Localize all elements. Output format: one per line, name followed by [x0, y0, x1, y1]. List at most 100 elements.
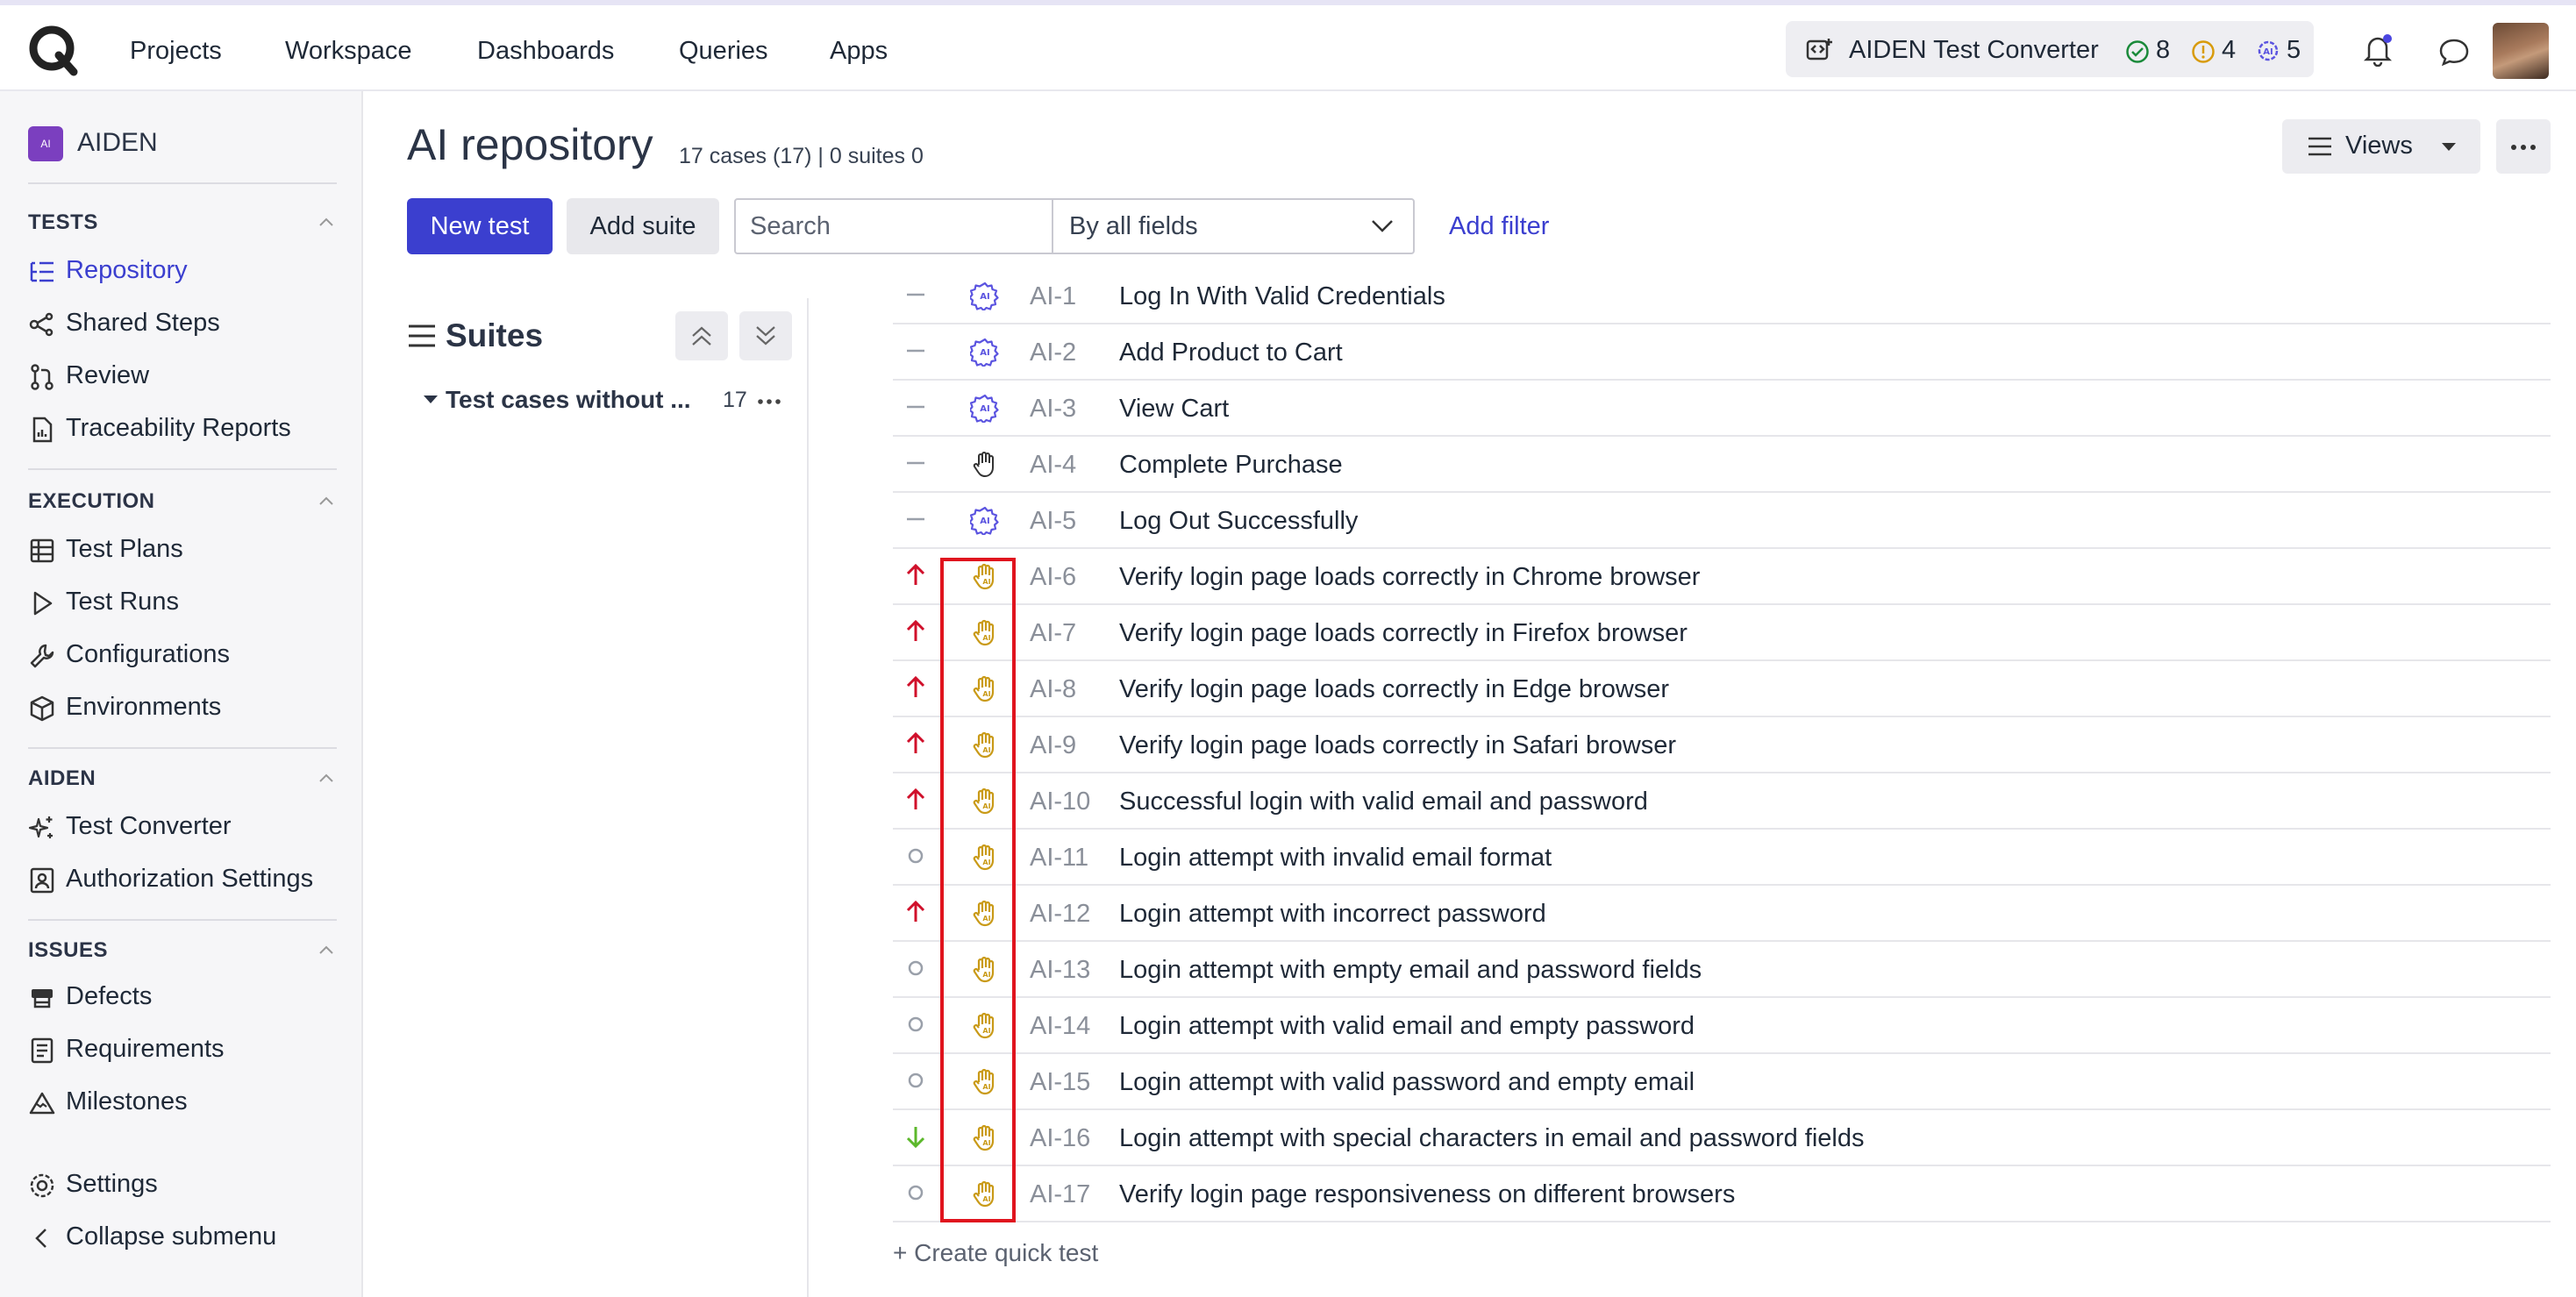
case-title[interactable]: Verify login page responsiveness on diff…	[1119, 1180, 1735, 1209]
converter-label: AIDEN Test Converter	[1849, 36, 2099, 64]
table-row[interactable]: AI AI-13 Login attempt with empty email an…	[893, 942, 2551, 998]
case-title[interactable]: Login attempt with special characters in…	[1119, 1124, 1864, 1153]
case-id: AI-13	[1030, 956, 1091, 984]
page-title: AI repository	[407, 120, 653, 169]
case-id: AI-11	[1030, 844, 1089, 872]
case-title[interactable]: Login attempt with valid password and em…	[1119, 1068, 1695, 1097]
project-badge: AI	[28, 126, 63, 161]
nav-queries[interactable]: Queries	[679, 37, 768, 66]
case-id: AI-2	[1030, 339, 1077, 367]
case-title[interactable]: Add Product to Cart	[1119, 339, 1343, 367]
project-name[interactable]: AIDEN	[77, 128, 158, 158]
case-title[interactable]: Complete Purchase	[1119, 451, 1343, 480]
table-row[interactable]: AI AI-15 Login attempt with valid password…	[893, 1054, 2551, 1110]
search-field-value: By all fields	[1069, 212, 1198, 240]
search-input[interactable]	[736, 200, 1052, 253]
priority-high-arrow-icon	[906, 900, 925, 922]
svg-text:AI: AI	[980, 517, 989, 526]
warning-count: 4	[2222, 36, 2237, 64]
case-title[interactable]: Login attempt with valid email and empty…	[1119, 1012, 1695, 1041]
priority-normal-circle-icon	[908, 1016, 924, 1032]
table-row[interactable]: AI AI-17 Verify login page responsiveness …	[893, 1166, 2551, 1222]
case-title[interactable]: View Cart	[1119, 395, 1229, 424]
priority-high-arrow-icon	[906, 731, 925, 753]
table-row[interactable]: AI AI-1 Log In With Valid Credentials	[893, 281, 2551, 324]
case-id: AI-5	[1030, 507, 1077, 535]
converter-icon	[1806, 39, 1832, 61]
case-title[interactable]: Login attempt with incorrect password	[1119, 900, 1546, 929]
top-navigation-bar: Projects Workspace Dashboards Queries Ap…	[0, 0, 2576, 91]
case-id: AI-16	[1030, 1124, 1091, 1152]
nav-projects[interactable]: Projects	[130, 37, 222, 66]
svg-text:AI: AI	[980, 404, 989, 414]
chevron-down-icon	[1372, 220, 1393, 232]
table-row[interactable]: AI AI-12 Login attempt with incorrect pass…	[893, 886, 2551, 942]
case-list: AI AI-1 Log In With Valid Credentials AI AI-…	[0, 281, 2576, 1228]
add-suite-button[interactable]: Add suite	[567, 198, 719, 254]
priority-high-arrow-icon	[906, 619, 925, 641]
qase-logo-icon[interactable]	[26, 23, 81, 77]
priority-low-arrow-icon	[906, 1127, 925, 1149]
table-row[interactable]: AI AI-16 Login attempt with special charac…	[893, 1110, 2551, 1166]
case-id: AI-3	[1030, 395, 1077, 423]
nav-workspace[interactable]: Workspace	[285, 37, 412, 66]
table-row[interactable]: AI AI-10 Successful login with valid email…	[893, 773, 2551, 830]
priority-normal-circle-icon	[908, 848, 924, 864]
svg-text:AI: AI	[2263, 47, 2273, 57]
views-button[interactable]: Views	[2282, 119, 2480, 174]
case-id: AI-1	[1030, 282, 1077, 310]
ai-automated-gear-icon: AI	[970, 394, 999, 423]
test-converter-widget[interactable]: AIDEN Test Converter 8 4 AI 5	[1786, 21, 2314, 77]
table-row[interactable]: AI-4 Complete Purchase	[893, 437, 2551, 493]
highlight-box	[940, 558, 1016, 1222]
table-row[interactable]: AI AI-8 Verify login page loads correctly …	[893, 661, 2551, 717]
case-count-summary: 17 cases (17) | 0 suites 0	[679, 144, 924, 168]
chevron-up-icon[interactable]	[316, 212, 337, 233]
case-title[interactable]: Login attempt with invalid email format	[1119, 844, 1552, 873]
case-title[interactable]: Verify login page loads correctly in Saf…	[1119, 731, 1676, 760]
search-box: By all fields	[734, 198, 1415, 254]
avatar[interactable]	[2493, 23, 2549, 79]
case-title[interactable]: Log Out Successfully	[1119, 507, 1358, 536]
caret-down-icon	[2442, 143, 2456, 151]
more-horizontal-icon	[2511, 145, 2536, 150]
sidebar-divider	[28, 182, 337, 184]
nav-apps[interactable]: Apps	[830, 37, 888, 66]
priority-normal-circle-icon	[908, 960, 924, 976]
more-options-button[interactable]	[2496, 119, 2551, 174]
bell-icon[interactable]	[2362, 33, 2394, 67]
priority-none-dash-icon	[907, 293, 924, 296]
table-row[interactable]: AI AI-9 Verify login page loads correctly …	[893, 717, 2551, 773]
case-title[interactable]: Successful login with valid email and pa…	[1119, 787, 1648, 816]
new-test-button[interactable]: New test	[407, 198, 553, 254]
table-row[interactable]: AI AI-11 Login attempt with invalid email …	[893, 830, 2551, 886]
priority-high-arrow-icon	[906, 675, 925, 697]
chat-icon[interactable]	[2438, 37, 2470, 67]
table-row[interactable]: AI AI-6 Verify login page loads correctly …	[893, 549, 2551, 605]
case-title[interactable]: Verify login page loads correctly in Fir…	[1119, 619, 1688, 648]
case-title[interactable]: Log In With Valid Credentials	[1119, 282, 1445, 311]
case-title[interactable]: Verify login page loads correctly in Edg…	[1119, 675, 1669, 704]
priority-none-dash-icon	[907, 349, 924, 353]
case-id: AI-4	[1030, 451, 1077, 479]
nav-dashboards[interactable]: Dashboards	[477, 37, 614, 66]
case-id: AI-9	[1030, 731, 1077, 759]
case-id: AI-10	[1030, 787, 1091, 816]
check-circle-icon	[2126, 40, 2149, 63]
create-quick-test-link[interactable]: + Create quick test	[893, 1239, 1098, 1267]
table-row[interactable]: AI AI-5 Log Out Successfully	[893, 493, 2551, 549]
case-title[interactable]: Verify login page loads correctly in Chr…	[1119, 563, 1700, 592]
add-filter-link[interactable]: Add filter	[1449, 212, 1549, 241]
priority-normal-circle-icon	[908, 1073, 924, 1088]
search-field-select[interactable]: By all fields	[1053, 200, 1413, 253]
table-row[interactable]: AI AI-3 View Cart	[893, 381, 2551, 437]
manual-hand-icon	[973, 452, 994, 477]
passed-count: 8	[2156, 36, 2171, 64]
table-row[interactable]: AI AI-7 Verify login page loads correctly …	[893, 605, 2551, 661]
table-row[interactable]: AI AI-14 Login attempt with valid email an…	[893, 998, 2551, 1054]
chevron-left-icon	[35, 1229, 46, 1248]
case-id: AI-6	[1030, 563, 1077, 591]
table-row[interactable]: AI AI-2 Add Product to Cart	[893, 324, 2551, 381]
case-title[interactable]: Login attempt with empty email and passw…	[1119, 956, 1702, 985]
menu-lines-icon	[2308, 137, 2331, 156]
